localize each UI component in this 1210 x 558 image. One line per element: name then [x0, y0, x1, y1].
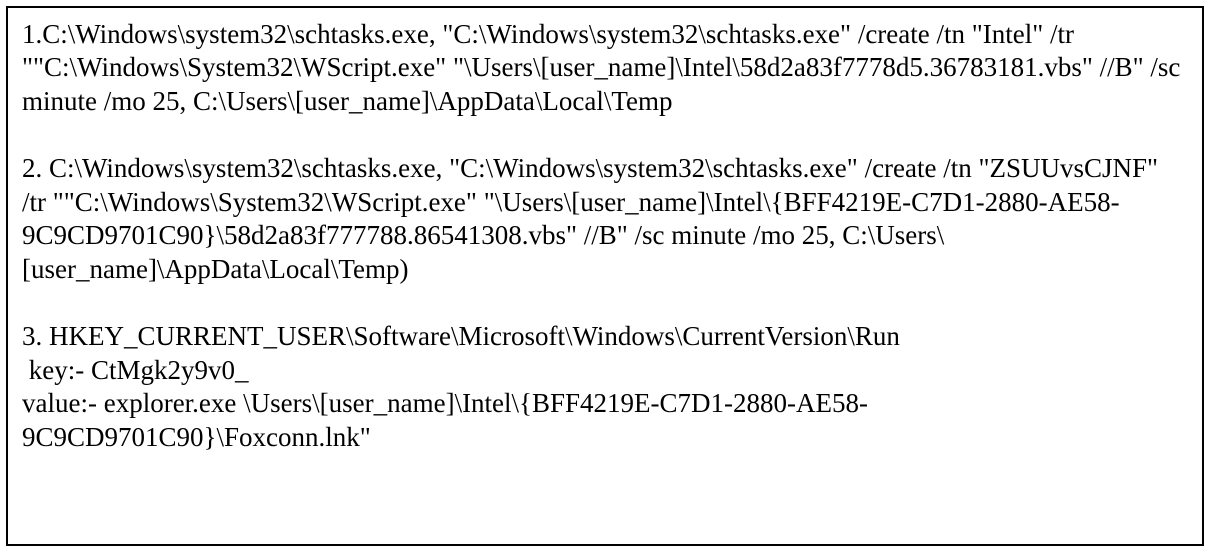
item-2: 2. C:\Windows\system32\schtasks.exe, "C:… [22, 152, 1188, 286]
spacer [22, 286, 1188, 320]
document-frame: 1.C:\Windows\system32\schtasks.exe, "C:\… [6, 6, 1204, 546]
item-1: 1.C:\Windows\system32\schtasks.exe, "C:\… [22, 18, 1188, 118]
item-3: 3. HKEY_CURRENT_USER\Software\Microsoft\… [22, 320, 1188, 454]
spacer [22, 118, 1188, 152]
